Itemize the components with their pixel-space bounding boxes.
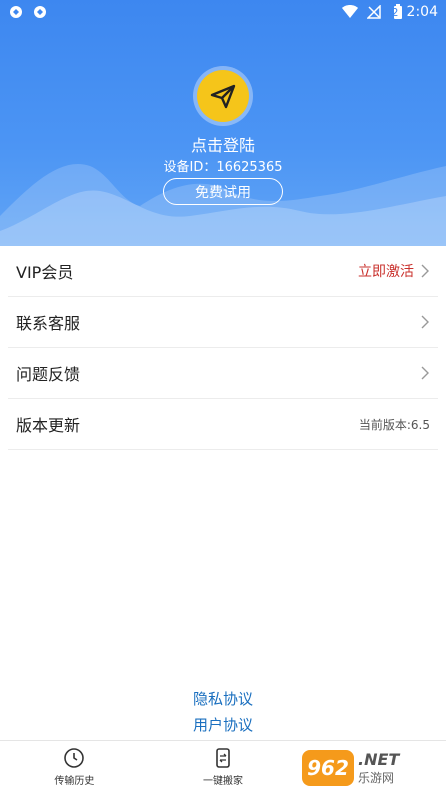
tab-one-click-move[interactable]: 一键搬家 — [149, 741, 298, 792]
tab-transfer-history[interactable]: 传输历史 — [0, 741, 149, 792]
chevron-right-icon — [420, 366, 430, 380]
no-signal-icon — [366, 4, 382, 20]
chevron-right-icon — [420, 315, 430, 329]
menu-item-support[interactable]: 联系客服 — [8, 297, 438, 348]
tab-label: 一键搬家 — [203, 775, 243, 787]
sync-icon — [8, 4, 24, 20]
free-trial-button[interactable]: 免费试用 — [163, 178, 283, 205]
profile-header: 2 2:04 点击登陆 设备ID：16625365 免费试用 — [0, 0, 446, 246]
agreement-links: 隐私协议 用户协议 — [0, 686, 446, 738]
wifi-icon — [341, 4, 358, 20]
privacy-policy-link[interactable]: 隐私协议 — [0, 686, 446, 712]
battery-level: 2 — [391, 5, 399, 19]
watermark-net: .NET — [358, 750, 400, 769]
tab-label: 传输历史 — [54, 775, 95, 787]
site-watermark: 962 .NET 乐游网 — [302, 748, 442, 788]
clock-time: 2:04 — [406, 4, 438, 20]
activate-now-link[interactable]: 立即激活 — [358, 261, 414, 281]
paper-plane-icon — [197, 70, 249, 122]
current-version: 当前版本:6.5 — [358, 417, 430, 432]
sync-icon — [32, 4, 48, 20]
menu-item-label: 版本更新 — [16, 416, 81, 435]
menu-item-label: 联系客服 — [16, 314, 81, 333]
menu-item-label: 问题反馈 — [16, 365, 81, 384]
settings-menu: VIP会员 立即激活 联系客服 问题反馈 版本更新 当前版本:6.5 — [0, 246, 446, 450]
status-bar: 2 2:04 — [0, 0, 446, 24]
device-id: 设备ID：16625365 — [163, 160, 283, 175]
phone-transfer-icon — [212, 747, 234, 769]
watermark-cn: 乐游网 — [358, 771, 395, 785]
menu-item-update[interactable]: 版本更新 当前版本:6.5 — [8, 399, 438, 450]
chevron-right-icon — [420, 264, 430, 278]
user-agreement-link[interactable]: 用户协议 — [0, 712, 446, 738]
menu-item-feedback[interactable]: 问题反馈 — [8, 348, 438, 399]
menu-item-vip[interactable]: VIP会员 立即激活 — [8, 246, 438, 297]
menu-item-label: VIP会员 — [16, 263, 74, 282]
login-link[interactable]: 点击登陆 — [0, 132, 446, 156]
clock-icon — [63, 747, 85, 769]
avatar[interactable] — [193, 66, 253, 126]
watermark-logo: 962 — [302, 750, 354, 786]
